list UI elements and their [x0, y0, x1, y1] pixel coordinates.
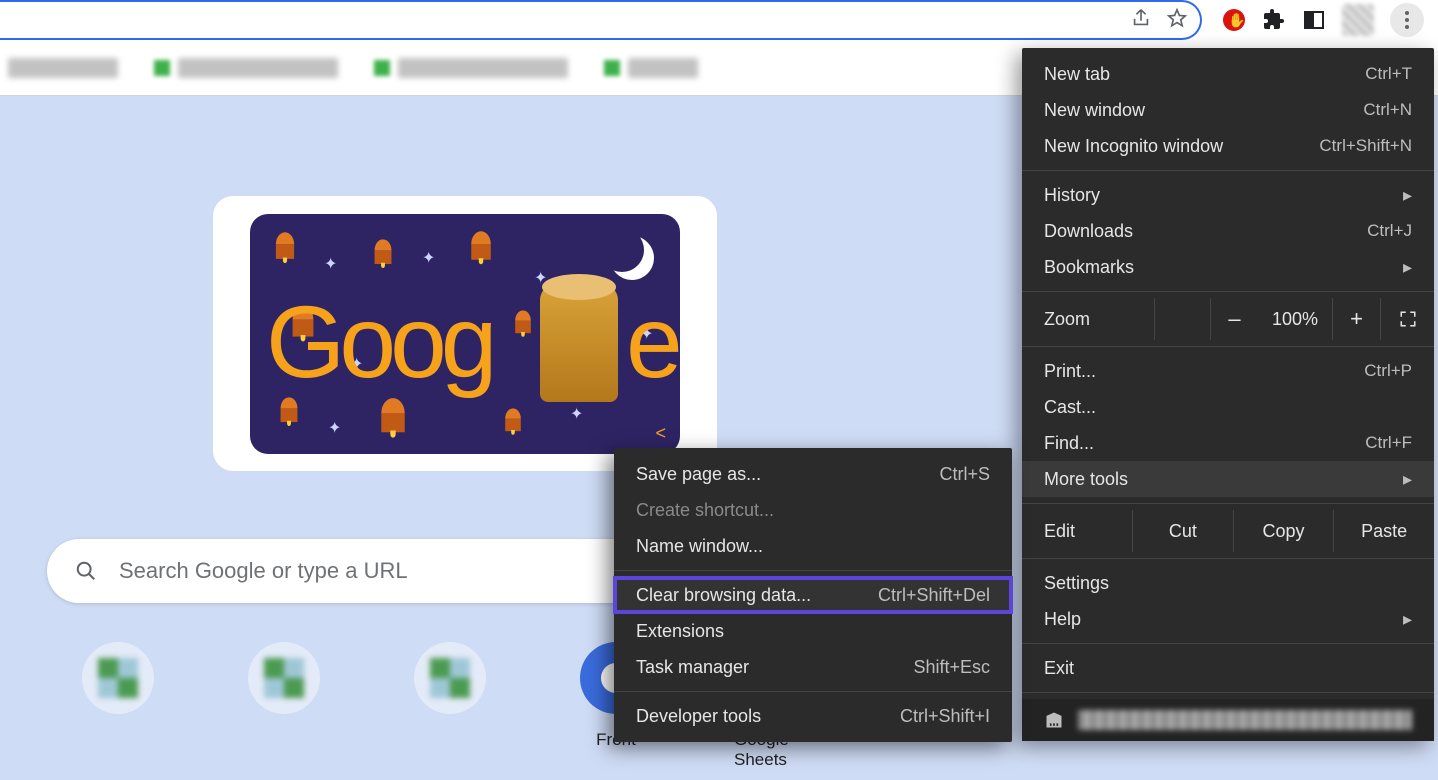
menu-print[interactable]: Print...Ctrl+P — [1022, 353, 1434, 389]
chevron-right-icon: ▸ — [1403, 609, 1412, 630]
bookmark-item[interactable] — [8, 58, 118, 78]
side-panel-icon[interactable] — [1302, 8, 1326, 32]
search-placeholder: Search Google or type a URL — [119, 558, 408, 584]
zoom-out-button[interactable]: – — [1210, 298, 1258, 340]
submenu-extensions[interactable]: Extensions — [614, 613, 1012, 649]
share-icon[interactable] — [1130, 7, 1152, 34]
toolbar-actions: ✋ — [1202, 0, 1438, 40]
omnibox[interactable] — [0, 0, 1202, 40]
submenu-name-window[interactable]: Name window... — [614, 528, 1012, 564]
menu-paste[interactable]: Paste — [1333, 510, 1434, 552]
bookmark-item[interactable] — [154, 58, 338, 78]
search-icon — [75, 560, 97, 582]
menu-new-window[interactable]: New windowCtrl+N — [1022, 92, 1434, 128]
zoom-value: 100% — [1258, 309, 1332, 330]
menu-cut[interactable]: Cut — [1132, 510, 1233, 552]
building-icon — [1044, 710, 1064, 730]
menu-zoom: Zoom – 100% + — [1022, 298, 1434, 340]
google-doodle: ✦ ✦ ✦ ✦ ✦ ✦ ✦ Goog e < — [250, 214, 680, 454]
profile-avatar[interactable] — [1342, 4, 1374, 36]
bookmark-item[interactable] — [604, 58, 698, 78]
submenu-create-shortcut: Create shortcut... — [614, 492, 1012, 528]
menu-new-tab[interactable]: New tabCtrl+T — [1022, 56, 1434, 92]
address-bar: ✋ — [0, 0, 1438, 40]
menu-cast[interactable]: Cast... — [1022, 389, 1434, 425]
menu-edit-row: Edit Cut Copy Paste — [1022, 510, 1434, 552]
menu-copy[interactable]: Copy — [1233, 510, 1334, 552]
menu-bookmarks[interactable]: Bookmarks▸ — [1022, 249, 1434, 285]
menu-find[interactable]: Find...Ctrl+F — [1022, 425, 1434, 461]
fullscreen-icon[interactable] — [1380, 298, 1434, 340]
chrome-main-menu: New tabCtrl+T New windowCtrl+N New Incog… — [1022, 48, 1434, 741]
bookmark-item[interactable] — [374, 58, 568, 78]
menu-exit[interactable]: Exit — [1022, 650, 1434, 686]
shortcut-tile[interactable] — [402, 642, 498, 770]
google-doodle-card[interactable]: ✦ ✦ ✦ ✦ ✦ ✦ ✦ Goog e < — [213, 196, 717, 471]
menu-history[interactable]: History▸ — [1022, 177, 1434, 213]
share-doodle-icon[interactable]: < — [655, 423, 666, 444]
ublock-icon[interactable]: ✋ — [1222, 8, 1246, 32]
managed-by-org — [1022, 699, 1434, 741]
kebab-menu-button[interactable] — [1390, 3, 1424, 37]
shortcut-tile[interactable] — [236, 642, 332, 770]
submenu-clear-browsing-data[interactable]: Clear browsing data...Ctrl+Shift+Del — [614, 577, 1012, 613]
chevron-right-icon: ▸ — [1403, 185, 1412, 206]
menu-settings[interactable]: Settings — [1022, 565, 1434, 601]
menu-downloads[interactable]: DownloadsCtrl+J — [1022, 213, 1434, 249]
zoom-in-button[interactable]: + — [1332, 298, 1380, 340]
menu-help[interactable]: Help▸ — [1022, 601, 1434, 637]
menu-new-incognito[interactable]: New Incognito windowCtrl+Shift+N — [1022, 128, 1434, 164]
submenu-save-page[interactable]: Save page as...Ctrl+S — [614, 456, 1012, 492]
bookmark-star-icon[interactable] — [1166, 7, 1188, 34]
more-tools-submenu: Save page as...Ctrl+S Create shortcut...… — [614, 448, 1012, 742]
chevron-right-icon: ▸ — [1403, 469, 1412, 490]
extensions-puzzle-icon[interactable] — [1262, 8, 1286, 32]
submenu-developer-tools[interactable]: Developer toolsCtrl+Shift+I — [614, 698, 1012, 734]
moon-icon — [610, 236, 654, 280]
menu-more-tools[interactable]: More tools▸ — [1022, 461, 1434, 497]
submenu-task-manager[interactable]: Task managerShift+Esc — [614, 649, 1012, 685]
shortcut-tile[interactable] — [70, 642, 166, 770]
chevron-right-icon: ▸ — [1403, 257, 1412, 278]
